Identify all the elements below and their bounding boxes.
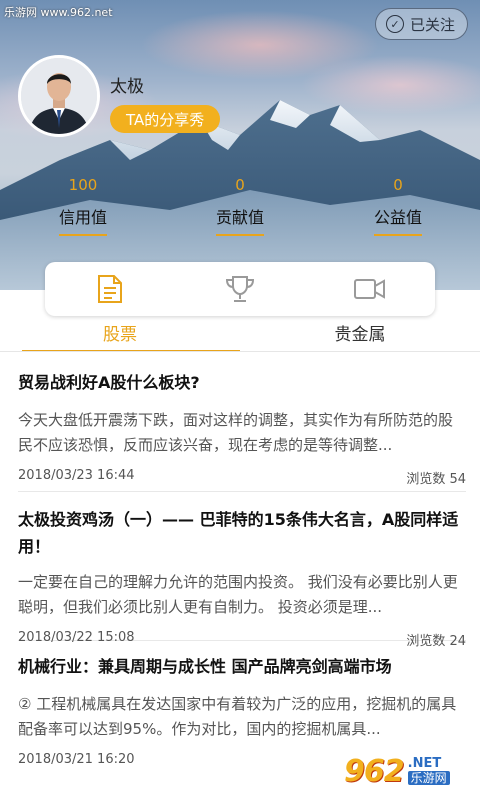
tab-stocks[interactable]: 股票 — [0, 316, 240, 352]
article-excerpt: ② 工程机械属具在发达国家中有着较为广泛的应用，挖掘机的属具配备率可以达到95%… — [18, 695, 457, 738]
follow-label: 已关注 — [409, 15, 455, 34]
stat-credit[interactable]: 100 信用值 — [33, 176, 133, 236]
article-date: 2018/03/21 16:20 — [18, 752, 135, 767]
list-item[interactable]: 太极投资鸡汤（一）—— 巴菲特的15条伟大名言，A股同样适用！ 一定要在自己的理… — [18, 492, 466, 649]
article-views: 浏览数 54 — [406, 472, 466, 487]
article-date: 2018/03/23 16:44 — [18, 468, 135, 483]
site-logo-watermark: 962 .NET 乐游网 — [344, 748, 474, 794]
document-icon[interactable] — [90, 269, 130, 309]
logo-cn: 乐游网 — [407, 771, 450, 785]
video-icon[interactable] — [350, 269, 390, 309]
stat-label: 贡献值 — [215, 204, 264, 236]
logo-digits: 962 — [344, 753, 405, 789]
stat-value: 0 — [235, 176, 245, 194]
article-excerpt: 今天大盘低开震荡下跌，面对这样的调整，其实作为有所防范的股民不应该恐惧，反而应该… — [18, 411, 454, 454]
logo-net: .NET — [407, 756, 442, 771]
article-list: 贸易战利好A股什么板块? 今天大盘低开震荡下跌，面对这样的调整，其实作为有所防范… — [18, 352, 466, 785]
avatar[interactable] — [18, 55, 100, 137]
category-tabs: 股票 贵金属 — [0, 316, 480, 352]
share-showcase-button[interactable]: TA的分享秀 — [110, 105, 221, 133]
stat-charity[interactable]: 0 公益值 — [348, 176, 448, 236]
user-photo — [21, 58, 97, 134]
tab-precious-metals[interactable]: 贵金属 — [240, 316, 480, 352]
site-watermark: 乐游网 www.962.net — [4, 6, 113, 19]
article-excerpt: 一定要在自己的理解力允许的范围内投资。 我们没有必要比别人更聪明，但我们必须比别… — [18, 573, 458, 616]
follow-button[interactable]: ✓ 已关注 — [374, 8, 468, 40]
trophy-icon[interactable] — [220, 269, 260, 309]
stat-contribution[interactable]: 0 贡献值 — [190, 176, 290, 236]
list-item[interactable]: 贸易战利好A股什么板块? 今天大盘低开震荡下跌，面对这样的调整，其实作为有所防范… — [18, 352, 466, 492]
category-icon-bar — [45, 262, 435, 316]
check-icon: ✓ — [385, 15, 404, 33]
article-title: 机械行业：兼具周期与成长性 国产品牌亮剑高端市场 — [18, 657, 392, 676]
stat-value: 100 — [68, 176, 98, 194]
profile-banner — [0, 0, 480, 290]
article-title: 贸易战利好A股什么板块? — [18, 373, 200, 392]
stat-label: 公益值 — [373, 204, 422, 236]
stat-label: 信用值 — [58, 204, 107, 236]
stat-value: 0 — [393, 176, 403, 194]
user-name: 太极 — [110, 77, 144, 97]
article-title: 太极投资鸡汤（一）—— 巴菲特的15条伟大名言，A股同样适用！ — [18, 510, 459, 556]
